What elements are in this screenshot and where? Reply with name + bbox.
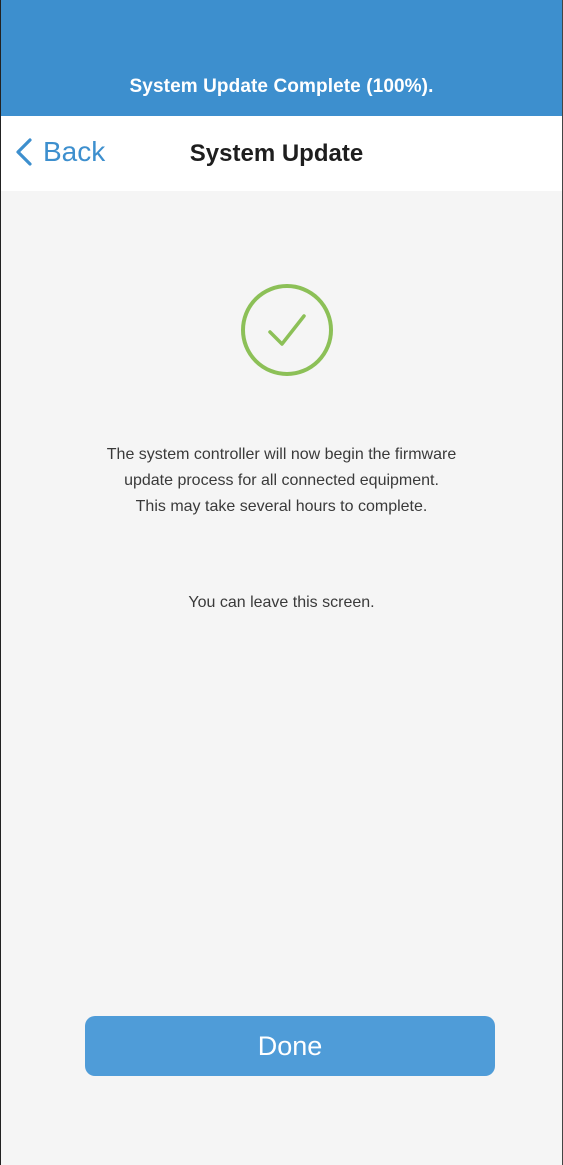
page-title: System Update [189,140,364,167]
status-banner: System Update Complete (100%). [1,0,562,116]
message-line-1: The system controller will now begin the… [106,446,457,463]
status-banner-text: System Update Complete (100%). [129,76,434,97]
done-button[interactable]: Done [85,1016,495,1076]
message-line-3: This may take several hours to complete. [135,498,428,515]
app-screen: System Update Complete (100%). Back Syst… [0,0,563,1165]
nav-bar: Back System Update [1,116,562,191]
leave-screen-note: You can leave this screen. [188,594,375,611]
message-line-2: update process for all connected equipme… [124,472,439,489]
update-message: The system controller will now begin the… [1,442,562,520]
check-circle-icon [239,282,335,378]
